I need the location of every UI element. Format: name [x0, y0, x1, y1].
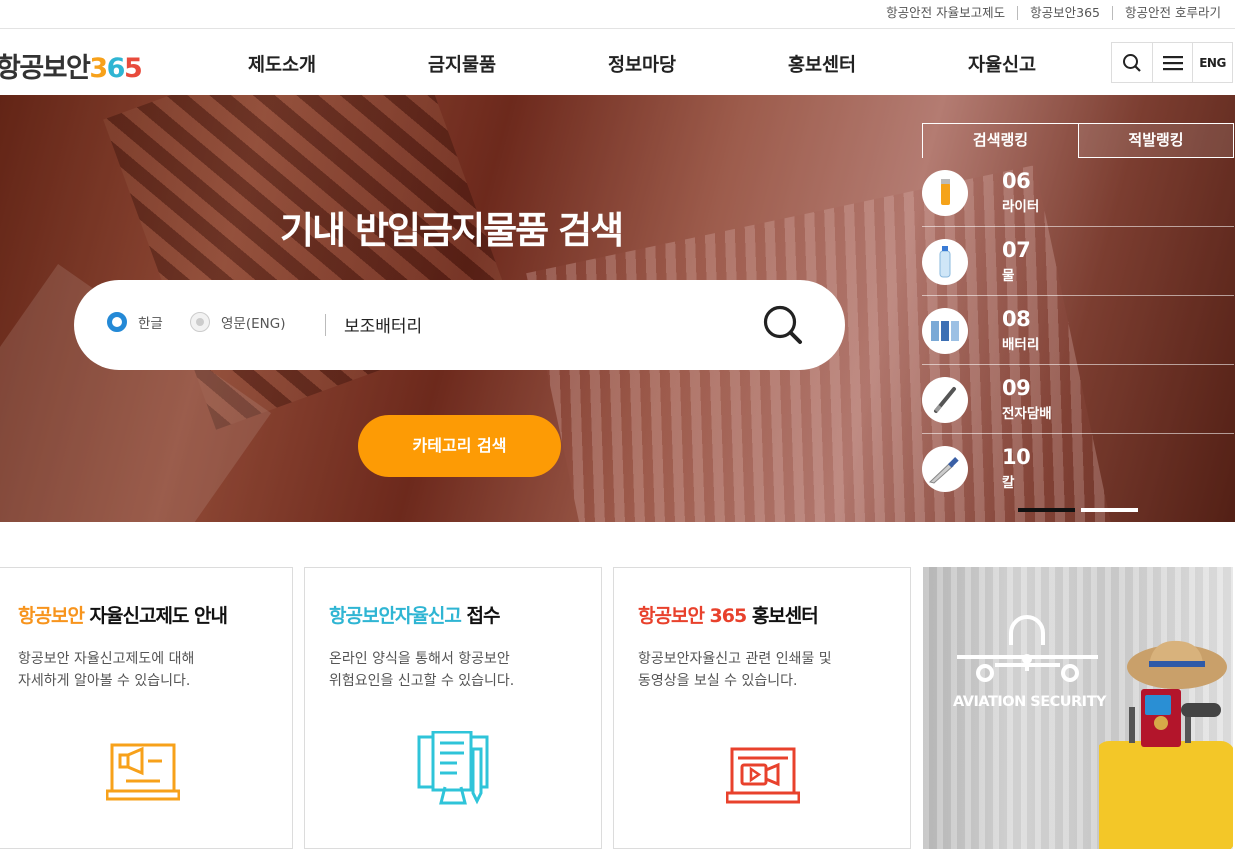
ranking-number: 06	[1002, 169, 1031, 193]
site-header: 항공보안365 제도소개 금지물품 정보마당 홍보센터 자율신고 ENG	[0, 29, 1235, 95]
card-title-accent: 항공보안	[18, 605, 85, 627]
lighter-icon	[922, 170, 968, 216]
luggage-illustration	[1099, 640, 1233, 849]
ranking-item[interactable]: 09 전자담배	[922, 365, 1234, 434]
header-buttons: ENG	[1111, 42, 1233, 83]
promo-text: AVIATION SECURITY	[953, 694, 1106, 710]
hero-title: 기내 반입금지물품 검색	[280, 209, 624, 252]
menu-icon	[1162, 55, 1183, 70]
ranking-name: 전자담배	[1002, 406, 1052, 422]
card-title: 항공보안 자율신고제도 안내	[18, 601, 228, 628]
radio-korean-label: 한글	[138, 316, 163, 332]
ranking-name: 라이터	[1002, 199, 1040, 215]
radio-english-label: 영문(ENG)	[221, 316, 286, 332]
util-link-whistle[interactable]: 항공안전 호루라기	[1112, 6, 1233, 20]
nav-item-prohibited[interactable]: 금지물품	[372, 51, 552, 77]
language-eng-button[interactable]: ENG	[1192, 43, 1232, 82]
category-search-button[interactable]: 카테고리 검색	[358, 415, 561, 477]
logo-text: 항공보안	[0, 53, 91, 84]
card-title-rest: 접수	[460, 605, 500, 627]
ranking-item[interactable]: 06 라이터	[922, 158, 1234, 227]
card-description: 항공보안자율신고 관련 인쇄물 및 동영상을 보실 수 있습니다.	[638, 651, 832, 689]
nav-item-intro[interactable]: 제도소개	[192, 51, 372, 77]
e-cigarette-icon	[922, 377, 968, 423]
nav-item-pr[interactable]: 홍보센터	[732, 51, 912, 77]
ranking-number: 09	[1002, 376, 1031, 400]
card-report-submission[interactable]: 항공보안자율신고 접수 온라인 양식을 통해서 항공보안 위험요인을 신고할 수…	[304, 567, 602, 849]
utility-bar: 항공안전 자율보고제도 항공보안365 항공안전 호루라기	[0, 0, 1235, 29]
card-description: 온라인 양식을 통해서 항공보안 위험요인을 신고할 수 있습니다.	[329, 651, 515, 689]
water-bottle-icon	[922, 239, 968, 285]
search-icon	[763, 305, 802, 344]
card-title: 항공보안자율신고 접수	[329, 601, 500, 628]
card-pr-center[interactable]: 항공보안 365 홍보센터 항공보안자율신고 관련 인쇄물 및 동영상을 보실 …	[613, 567, 911, 849]
ranking-tabs: 검색랭킹 적발랭킹	[922, 123, 1234, 158]
util-link-security365[interactable]: 항공보안365	[1017, 6, 1112, 20]
airplane-lock-icon	[957, 615, 1098, 682]
search-submit-button[interactable]	[760, 302, 806, 348]
utility-links: 항공안전 자율보고제도 항공보안365 항공안전 호루라기	[874, 6, 1233, 20]
ranking-panel: 검색랭킹 적발랭킹 06 라이터 07 물 08 배터리 09 전자담배 10 …	[922, 123, 1234, 503]
card-title-rest: 자율신고제도 안내	[83, 605, 228, 627]
search-input[interactable]	[344, 308, 744, 340]
logo-digit-3: 3	[89, 53, 108, 84]
ranking-pager-bar-2[interactable]	[1081, 508, 1138, 512]
card-title-accent: 항공보안자율신고	[329, 605, 462, 627]
search-icon	[1123, 53, 1141, 72]
ranking-number: 10	[1002, 445, 1031, 469]
battery-icon	[922, 308, 968, 354]
video-monitor-icon	[726, 747, 800, 804]
main-nav: 제도소개 금지물품 정보마당 홍보센터 자율신고	[192, 51, 1092, 77]
aviation-security-promo[interactable]: AVIATION SECURITY	[923, 567, 1233, 849]
radio-korean-dot	[107, 312, 127, 332]
ranking-pager-bar-1[interactable]	[1018, 508, 1075, 512]
logo-digit-5: 5	[123, 53, 143, 84]
tab-detection-ranking[interactable]: 적발랭킹	[1078, 123, 1234, 158]
util-link-safety-report[interactable]: 항공안전 자율보고제도	[874, 6, 1017, 20]
ranking-name: 물	[1002, 268, 1015, 284]
ranking-pager	[1018, 508, 1138, 512]
knife-icon	[922, 446, 968, 492]
ranking-name: 칼	[1002, 475, 1015, 491]
header-menu-button[interactable]	[1152, 43, 1192, 82]
site-logo[interactable]: 항공보안365	[0, 46, 143, 85]
header-search-button[interactable]	[1112, 43, 1152, 82]
card-title-rest: 홍보센터	[746, 605, 819, 627]
card-report-system-guide[interactable]: 항공보안 자율신고제도 안내 항공보안 자율신고제도에 대해 자세하게 알아볼 …	[0, 567, 293, 849]
card-title: 항공보안 365 홍보센터	[638, 601, 819, 628]
ranking-item[interactable]: 08 배터리	[922, 296, 1234, 365]
ranking-list: 06 라이터 07 물 08 배터리 09 전자담배 10 칼	[922, 158, 1234, 503]
ranking-item[interactable]: 10 칼	[922, 434, 1234, 503]
card-description: 항공보안 자율신고제도에 대해 자세하게 알아볼 수 있습니다.	[18, 651, 195, 689]
logo-digit-6: 6	[106, 53, 126, 84]
ranking-item[interactable]: 07 물	[922, 227, 1234, 296]
ranking-number: 07	[1002, 238, 1031, 262]
nav-item-report[interactable]: 자율신고	[912, 51, 1092, 77]
search-box: 한글 영문(ENG)	[74, 280, 845, 370]
report-form-icon	[417, 731, 489, 805]
hero-banner: 기내 반입금지물품 검색 한글 영문(ENG) 카테고리 검색 검색랭킹 적발랭…	[0, 95, 1235, 522]
tab-search-ranking[interactable]: 검색랭킹	[922, 123, 1078, 158]
ranking-name: 배터리	[1002, 337, 1040, 353]
nav-item-info[interactable]: 정보마당	[552, 51, 732, 77]
radio-english-dot	[190, 312, 210, 332]
megaphone-laptop-icon	[106, 743, 180, 801]
card-title-accent: 항공보안 365	[638, 605, 747, 627]
ranking-number: 08	[1002, 307, 1031, 331]
search-divider	[325, 314, 326, 336]
radio-english[interactable]: 영문(ENG)	[190, 312, 285, 332]
radio-korean[interactable]: 한글	[107, 312, 163, 332]
